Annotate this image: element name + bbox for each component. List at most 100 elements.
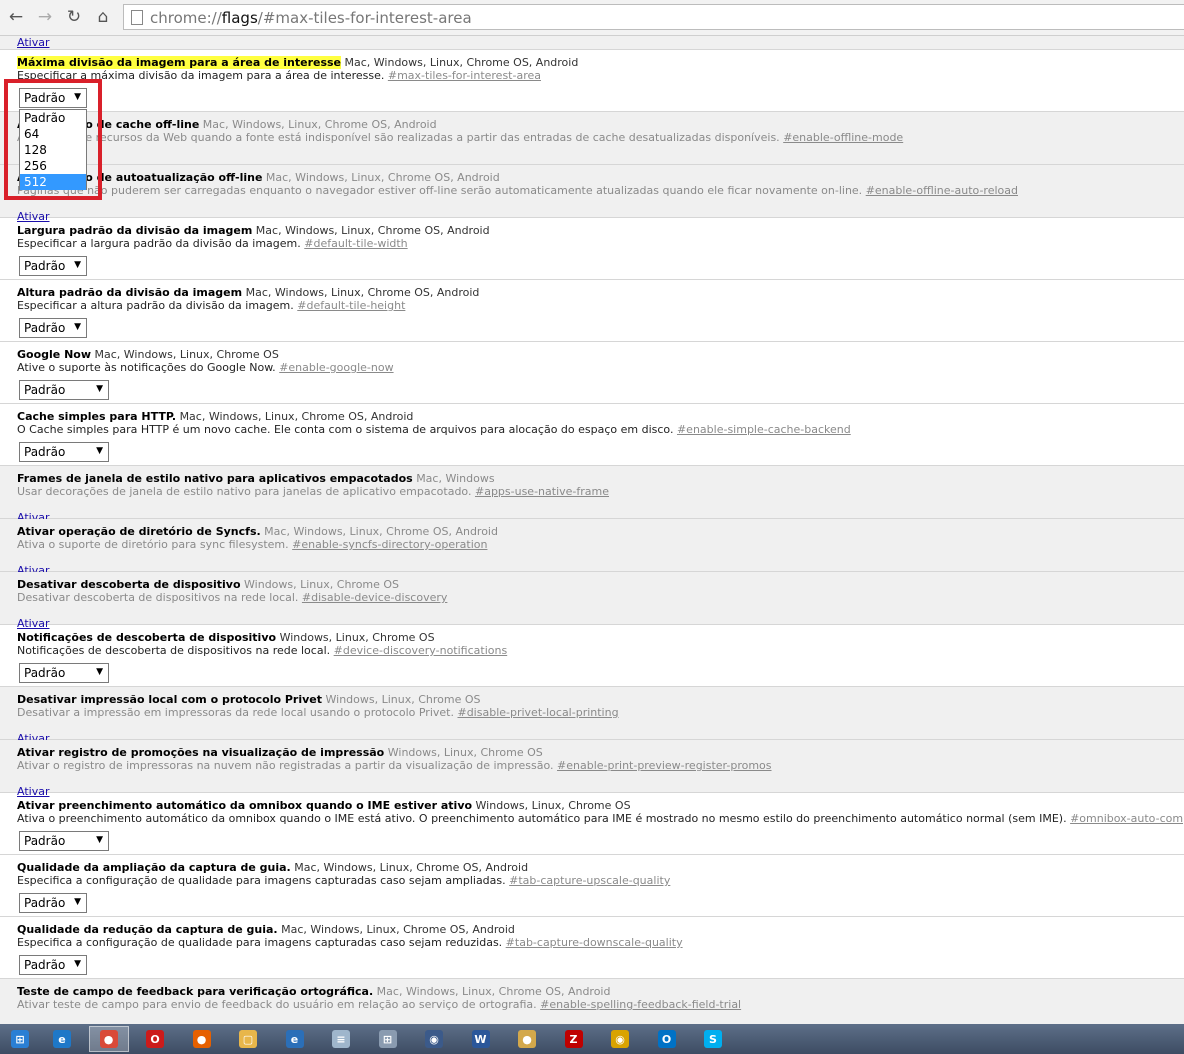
taskbar-paint-button[interactable]: ● (507, 1026, 547, 1052)
dropdown-option[interactable]: 128 (20, 142, 86, 158)
taskbar-ie-alt-button[interactable]: e (275, 1026, 315, 1052)
taskbar-filezilla-button[interactable]: Z (554, 1026, 594, 1052)
taskbar-calculator-button[interactable]: ⊞ (368, 1026, 408, 1052)
experiment-anchor-link[interactable]: #enable-syncfs-directory-operation (292, 538, 487, 551)
experiment-anchor-link[interactable]: #disable-device-discovery (302, 591, 447, 604)
taskbar-file-explorer-button[interactable]: ▢ (228, 1026, 268, 1052)
experiment-platforms: Mac, Windows (416, 472, 495, 485)
windows-start-icon: ⊞ (11, 1030, 29, 1048)
experiment-item: Ativar modo de autoatualização off-line … (0, 165, 1184, 223)
experiment-description-line: Especificar a altura padrão da divisão d… (17, 299, 405, 312)
experiment-select[interactable]: Padrão ▼ (19, 442, 109, 462)
experiment-select[interactable]: Padrão ▼ (19, 893, 87, 913)
experiment-title: Ativar registro de promoções na visualiz… (17, 746, 385, 759)
experiment-platforms: Mac, Windows, Linux, Chrome OS, Android (265, 171, 500, 184)
experiment-title: Teste de campo de feedback para verifica… (17, 985, 374, 998)
experiment-anchor-link[interactable]: #disable-privet-local-printing (457, 706, 618, 719)
experiment-title: Ativar preenchimento automático da omnib… (17, 799, 473, 812)
experiment-select[interactable]: Padrão ▼ (19, 955, 87, 975)
dropdown-option[interactable]: 64 (20, 126, 86, 142)
taskbar-cooking-button[interactable]: ◉ (600, 1026, 640, 1052)
browser-toolbar: ← → ↻ ⌂ chrome://flags/#max-tiles-for-in… (0, 0, 1184, 36)
taskbar-internet-explorer-button[interactable]: e (42, 1026, 82, 1052)
taskbar-windows-start-button[interactable]: ⊞ (0, 1026, 40, 1052)
taskbar-skype-button[interactable]: S (693, 1026, 733, 1052)
experiment-description: Desativar descoberta de dispositivos na … (17, 591, 299, 604)
experiment-anchor-link[interactable]: #default-tile-height (297, 299, 405, 312)
experiment-item: Qualidade da ampliação da captura de gui… (0, 855, 1184, 917)
firefox-icon: ● (192, 1030, 211, 1048)
windows-taskbar: ⊞ e ● O ● ▢ e ≡ ⊞ ◉ W ● Z ◉ O S (0, 1024, 1184, 1054)
taskbar-notepad-button[interactable]: ≡ (321, 1026, 361, 1052)
experiment-anchor-link[interactable]: #max-tiles-for-interest-area (388, 69, 541, 82)
enable-link[interactable]: Ativar (17, 36, 49, 49)
experiment-anchor-link[interactable]: #enable-spelling-feedback-field-trial (540, 998, 741, 1011)
paint-icon: ● (518, 1030, 536, 1048)
experiment-anchor-link[interactable]: #tab-capture-upscale-quality (509, 874, 670, 887)
experiment-anchor-link[interactable]: #enable-offline-mode (783, 131, 903, 144)
experiment-description: O Cache simples para HTTP é um novo cach… (17, 423, 674, 436)
back-arrow-icon[interactable]: ← (5, 6, 27, 28)
experiment-select[interactable]: Padrão ▼ (19, 318, 87, 338)
forward-arrow-icon[interactable]: → (34, 6, 56, 28)
experiment-description: Ative o suporte às notificações do Googl… (17, 361, 276, 374)
experiment-item: Altura padrão da divisão da imagem Mac, … (0, 280, 1184, 342)
tile-count-dropdown-list[interactable]: Padrão 64 128 256 512 (19, 109, 87, 190)
experiment-description-line: As leituras de recursos da Web quando a … (17, 131, 903, 144)
experiment-select[interactable]: Padrão ▼ (19, 663, 109, 683)
experiment-header: Notificações de descoberta de dispositiv… (17, 631, 435, 644)
select-value: Padrão (24, 445, 66, 459)
experiment-description-line: O Cache simples para HTTP é um novo cach… (17, 423, 851, 436)
dropdown-option-selected[interactable]: 512 (20, 174, 86, 190)
experiment-anchor-link[interactable]: #tab-capture-downscale-quality (506, 936, 683, 949)
experiment-description: Especifica a configuração de qualidade p… (17, 936, 503, 949)
notepad-icon: ≡ (332, 1030, 350, 1048)
skype-icon: S (704, 1030, 722, 1048)
dropdown-option[interactable]: 256 (20, 158, 86, 174)
experiment-header: Ativar registro de promoções na visualiz… (17, 746, 543, 759)
experiment-item: Largura padrão da divisão da imagem Mac,… (0, 218, 1184, 280)
experiment-description-line: Ativa o suporte de diretório para sync f… (17, 538, 487, 551)
taskbar-outlook-button[interactable]: O (647, 1026, 687, 1052)
select-value: Padrão (24, 834, 66, 848)
home-icon[interactable]: ⌂ (92, 6, 114, 28)
experiment-description: Especificar a largura padrão da divisão … (17, 237, 301, 250)
experiment-title: Desativar descoberta de dispositivo (17, 578, 241, 591)
experiment-header: Frames de janela de estilo nativo para a… (17, 472, 495, 485)
taskbar-word-button[interactable]: W (461, 1026, 501, 1052)
experiment-item: Frames de janela de estilo nativo para a… (0, 466, 1184, 524)
experiment-select[interactable]: Padrão ▼ (19, 831, 109, 851)
experiment-header: Cache simples para HTTP. Mac, Windows, L… (17, 410, 413, 423)
experiment-select[interactable]: Padrão ▼ (19, 88, 87, 108)
taskbar-firefox-button[interactable]: ● (182, 1026, 222, 1052)
experiment-header: Altura padrão da divisão da imagem Mac, … (17, 286, 479, 299)
reload-icon[interactable]: ↻ (63, 6, 85, 28)
taskbar-keepass-button[interactable]: ◉ (414, 1026, 454, 1052)
experiment-header: Google Now Mac, Windows, Linux, Chrome O… (17, 348, 279, 361)
experiment-item: Ativar operação de diretório de Syncfs. … (0, 519, 1184, 577)
experiment-anchor-link[interactable]: #enable-print-preview-register-promos (557, 759, 771, 772)
experiment-select[interactable]: Padrão ▼ (19, 380, 109, 400)
dropdown-option[interactable]: Padrão (20, 110, 86, 126)
experiment-anchor-link[interactable]: #apps-use-native-frame (475, 485, 609, 498)
experiment-anchor-link[interactable]: #enable-google-now (279, 361, 393, 374)
internet-explorer-icon: e (53, 1030, 71, 1048)
experiment-anchor-link[interactable]: #enable-simple-cache-backend (677, 423, 851, 436)
chrome-icon: ● (99, 1030, 118, 1048)
url-text: chrome://flags/#max-tiles-for-interest-a… (150, 9, 472, 27)
experiment-anchor-link[interactable]: #omnibox-auto-completion-for-ime (1070, 812, 1184, 825)
experiment-anchor-link[interactable]: #enable-offline-auto-reload (866, 184, 1018, 197)
taskbar-opera-button[interactable]: O (135, 1026, 175, 1052)
experiment-title: Notificações de descoberta de dispositiv… (17, 631, 277, 644)
experiment-anchor-link[interactable]: #device-discovery-notifications (334, 644, 508, 657)
experiment-select[interactable]: Padrão ▼ (19, 256, 87, 276)
experiment-title: Cache simples para HTTP. (17, 410, 177, 423)
chevron-down-icon: ▼ (74, 897, 81, 907)
taskbar-chrome-button[interactable]: ● (88, 1026, 129, 1052)
experiment-anchor-link[interactable]: #default-tile-width (304, 237, 407, 250)
address-bar[interactable]: chrome://flags/#max-tiles-for-interest-a… (123, 4, 1184, 30)
select-value: Padrão (24, 383, 66, 397)
chevron-down-icon: ▼ (96, 667, 103, 677)
experiment-platforms: Windows, Linux, Chrome OS (325, 693, 481, 706)
experiment-title: Qualidade da redução da captura de guia. (17, 923, 278, 936)
